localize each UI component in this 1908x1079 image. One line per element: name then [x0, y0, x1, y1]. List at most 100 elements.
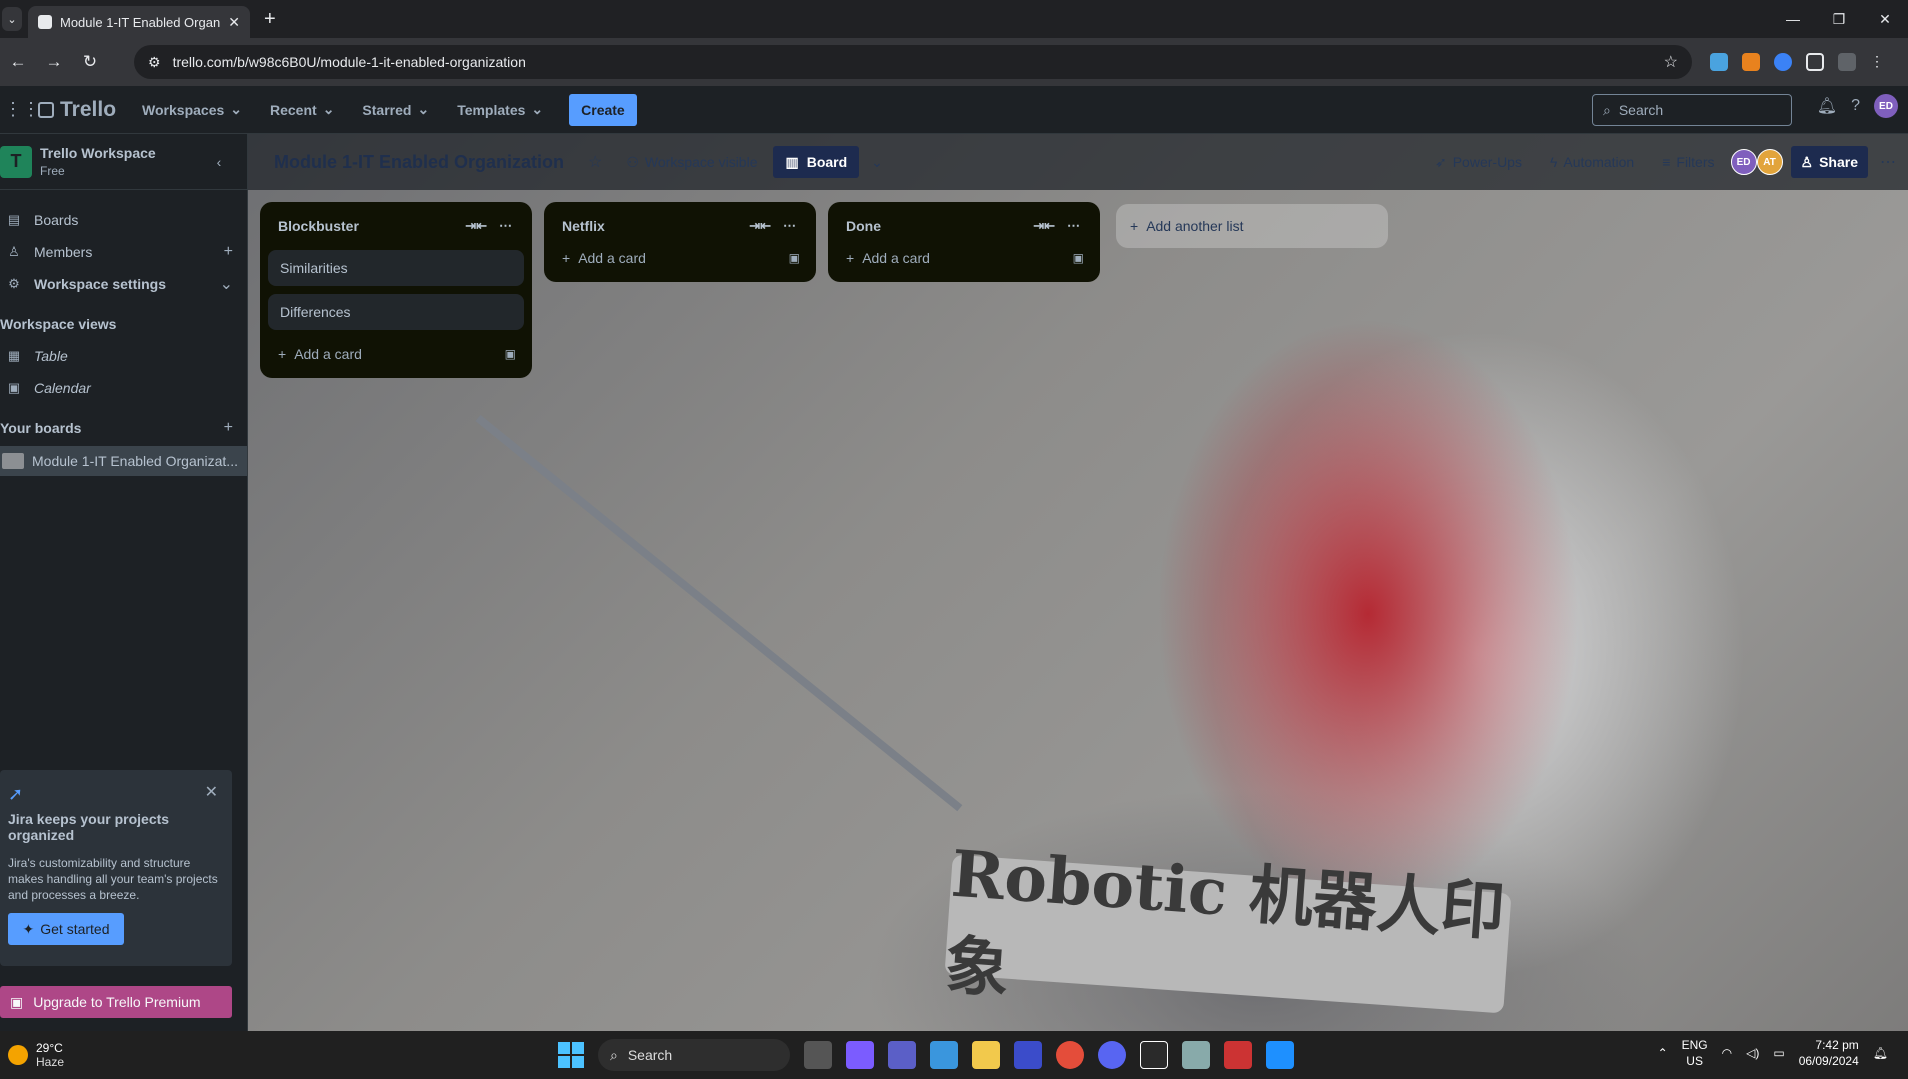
- app-icon[interactable]: [1014, 1041, 1042, 1069]
- taskbar-search[interactable]: ⌕ Search: [598, 1039, 790, 1071]
- search-icon: ⌕: [1603, 101, 1611, 118]
- sidebar-item-members[interactable]: ♙ Members +: [0, 236, 247, 268]
- app-switcher-icon[interactable]: ⋮⋮: [4, 99, 40, 120]
- help-icon[interactable]: ?: [1851, 97, 1860, 115]
- sidebar-item-calendar[interactable]: ▣ Calendar: [0, 372, 247, 404]
- more-icon[interactable]: ⋯: [1880, 152, 1896, 172]
- collapse-list-icon[interactable]: ⇥⇤: [749, 218, 771, 234]
- minimize-button[interactable]: —: [1770, 0, 1816, 38]
- wifi-icon[interactable]: ◠: [1722, 1046, 1732, 1060]
- extension-icon[interactable]: [1710, 53, 1728, 71]
- browser-tab[interactable]: Module 1-IT Enabled Organizat ✕: [28, 6, 250, 38]
- add-card-button[interactable]: + Add a card ▣: [268, 338, 524, 370]
- forward-button[interactable]: →: [36, 52, 72, 72]
- battery-icon[interactable]: ▭: [1773, 1046, 1784, 1060]
- add-board-icon[interactable]: +: [224, 419, 233, 437]
- avatar[interactable]: ED: [1730, 149, 1757, 175]
- visibility-button[interactable]: ⚇ Workspace visible: [626, 154, 757, 171]
- collapse-list-icon[interactable]: ⇥⇤: [465, 218, 487, 234]
- trello-logo[interactable]: Trello: [38, 98, 116, 122]
- add-list-button[interactable]: + Add another list: [1116, 204, 1388, 248]
- get-started-button[interactable]: ✦ Get started: [8, 913, 124, 945]
- app-icon[interactable]: [1224, 1041, 1252, 1069]
- metamask-icon[interactable]: [1742, 53, 1760, 71]
- template-icon[interactable]: ▣: [1073, 251, 1084, 265]
- card[interactable]: Similarities: [268, 250, 524, 286]
- trello-favicon-icon: [38, 15, 52, 29]
- list-header[interactable]: Done ⇥⇤ ⋯: [836, 210, 1092, 242]
- store-icon[interactable]: [930, 1041, 958, 1069]
- list-menu-icon[interactable]: ⋯: [783, 218, 796, 234]
- share-button[interactable]: ♙ Share: [1790, 146, 1868, 178]
- chevron-down-icon[interactable]: ⌄: [871, 154, 883, 171]
- upgrade-button[interactable]: ▣ Upgrade to Trello Premium: [0, 986, 232, 1018]
- task-view-icon[interactable]: [804, 1041, 832, 1069]
- url-bar[interactable]: ⚙ trello.com/b/w98c6B0U/module-1-it-enab…: [134, 45, 1692, 79]
- avatar[interactable]: AT: [1756, 149, 1783, 175]
- filters-button[interactable]: ≡ Filters: [1662, 154, 1714, 170]
- notification-bell-icon[interactable]: 🔔︎: [1873, 1046, 1888, 1060]
- restore-button[interactable]: ❐: [1816, 0, 1862, 38]
- list-header[interactable]: Netflix ⇥⇤ ⋯: [552, 210, 808, 242]
- sidebar-board-item[interactable]: Module 1-IT Enabled Organizat...: [0, 446, 247, 476]
- menu-starred[interactable]: Starred ⌄: [350, 94, 441, 126]
- photos-icon[interactable]: [1182, 1041, 1210, 1069]
- collapse-list-icon[interactable]: ⇥⇤: [1033, 218, 1055, 234]
- profile-icon[interactable]: [1838, 53, 1856, 71]
- chrome-icon[interactable]: [1056, 1041, 1084, 1069]
- new-tab-button[interactable]: +: [264, 8, 276, 31]
- add-member-icon[interactable]: +: [224, 243, 233, 261]
- audio-app-icon[interactable]: [1140, 1041, 1168, 1069]
- person-add-icon: ♙: [1800, 153, 1814, 170]
- bookmark-star-icon[interactable]: ☆: [1664, 52, 1678, 72]
- sidebar-item-boards[interactable]: ▤ Boards: [0, 204, 247, 236]
- clock[interactable]: 7:42 pm 06/09/2024: [1799, 1037, 1859, 1069]
- volume-icon[interactable]: ◁): [1746, 1046, 1759, 1060]
- app-icon[interactable]: [1266, 1041, 1294, 1069]
- add-card-button[interactable]: + Add a card ▣: [552, 242, 808, 274]
- sidebar-item-table[interactable]: ▦ Table: [0, 340, 247, 372]
- automation-button[interactable]: ϟ Automation: [1550, 154, 1634, 170]
- sidebar-item-workspace-settings[interactable]: ⚙ Workspace settings ⌄: [0, 268, 247, 300]
- list-menu-icon[interactable]: ⋯: [1067, 218, 1080, 234]
- close-window-button[interactable]: ✕: [1862, 0, 1908, 38]
- star-icon[interactable]: ☆: [588, 152, 602, 172]
- site-info-icon[interactable]: ⚙: [148, 54, 161, 71]
- list-header[interactable]: Blockbuster ⇥⇤ ⋯: [268, 210, 524, 242]
- chevron-down-icon[interactable]: ⌄: [220, 274, 233, 294]
- language-indicator[interactable]: ENG US: [1682, 1037, 1708, 1069]
- extension-icon[interactable]: [1774, 53, 1792, 71]
- powerups-button[interactable]: ➶ Power-Ups: [1435, 154, 1522, 171]
- windows-start-icon[interactable]: [558, 1042, 584, 1068]
- copilot-icon[interactable]: [846, 1041, 874, 1069]
- collapse-sidebar-icon[interactable]: ‹: [205, 154, 233, 170]
- template-icon[interactable]: ▣: [505, 347, 516, 361]
- add-card-button[interactable]: + Add a card ▣: [836, 242, 1092, 274]
- tab-search-button[interactable]: ⌄: [2, 7, 22, 31]
- menu-dots-icon[interactable]: ⋮: [1870, 53, 1884, 71]
- board-view-button[interactable]: ▥ Board: [773, 146, 860, 178]
- premium-icon: ▣: [10, 993, 24, 1010]
- file-explorer-icon[interactable]: [972, 1041, 1000, 1069]
- menu-recent[interactable]: Recent ⌄: [258, 94, 346, 126]
- puzzle-icon[interactable]: [1806, 53, 1824, 71]
- workspace-name[interactable]: Trello Workspace: [40, 145, 205, 161]
- menu-templates[interactable]: Templates ⌄: [445, 94, 555, 126]
- avatar[interactable]: ED: [1874, 94, 1898, 118]
- back-button[interactable]: ←: [0, 52, 36, 72]
- close-tab-icon[interactable]: ✕: [228, 14, 240, 31]
- card[interactable]: Differences: [268, 294, 524, 330]
- board-title[interactable]: Module 1-IT Enabled Organization: [274, 152, 564, 173]
- teams-icon[interactable]: [888, 1041, 916, 1069]
- create-button[interactable]: Create: [569, 93, 637, 126]
- search-input[interactable]: ⌕ Search: [1592, 94, 1792, 126]
- reload-button[interactable]: ↻: [72, 52, 108, 72]
- weather-widget[interactable]: 29°C Haze: [8, 1041, 64, 1069]
- notifications-icon[interactable]: 🔔︎: [1817, 96, 1837, 116]
- close-icon[interactable]: ✕: [205, 782, 218, 802]
- template-icon[interactable]: ▣: [789, 251, 800, 265]
- chevron-up-icon[interactable]: ⌃: [1658, 1046, 1668, 1060]
- menu-workspaces[interactable]: Workspaces ⌄: [130, 94, 254, 126]
- list-menu-icon[interactable]: ⋯: [499, 218, 512, 234]
- discord-icon[interactable]: [1098, 1041, 1126, 1069]
